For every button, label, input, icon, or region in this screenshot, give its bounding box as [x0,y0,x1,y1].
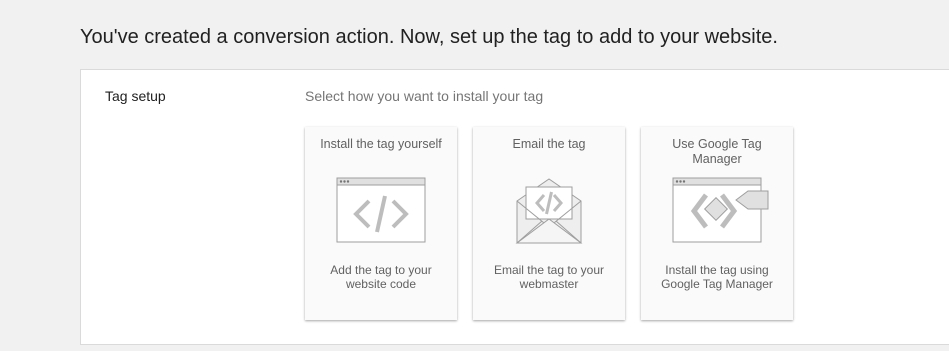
tag-setup-panel: Tag setup Select how you want to install… [80,69,949,345]
option-description: Add the tag to your website code [330,263,432,291]
code-window-icon [305,177,457,253]
option-title: Install the tag yourself [320,137,442,151]
install-yourself-option[interactable]: Install the tag yourself Add the tag to … [305,127,457,320]
section-label: Tag setup [105,88,166,104]
option-title: Use Google Tag Manager [672,137,762,166]
email-code-icon [473,177,625,253]
option-description: Email the tag to your webmaster [493,263,605,291]
page-headline: You've created a conversion action. Now,… [80,26,778,48]
option-title: Email the tag [512,137,586,151]
option-description: Install the tag using Google Tag Manager [661,263,773,291]
google-tag-manager-option[interactable]: Use Google Tag Manager Install the tag u… [641,127,793,320]
tag-manager-icon [641,177,793,253]
email-tag-option[interactable]: Email the tag Email the tag to your webm… [473,127,625,320]
instruction-text: Select how you want to install your tag [305,88,544,104]
